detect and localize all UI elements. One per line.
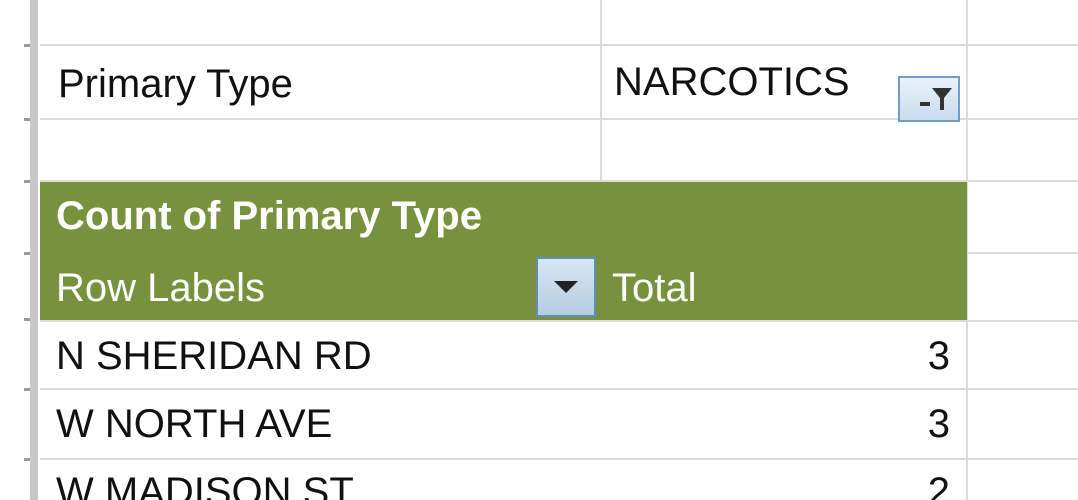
- row-label[interactable]: N SHERIDAN RD: [56, 332, 372, 380]
- row-gridline: [40, 320, 1078, 322]
- total-header: Total: [612, 266, 697, 310]
- dropdown-arrow-icon: [554, 281, 578, 293]
- filter-button[interactable]: [898, 76, 960, 122]
- row-gutter: [0, 0, 40, 500]
- filter-value[interactable]: NARCOTICS: [614, 58, 850, 106]
- row-label[interactable]: W NORTH AVE: [56, 400, 332, 448]
- gutter-tick: [24, 44, 30, 47]
- column-gridline: [600, 0, 602, 182]
- gutter-tick: [24, 180, 30, 183]
- gutter-tick: [24, 118, 30, 121]
- row-labels-header[interactable]: Row Labels: [56, 264, 265, 312]
- row-value[interactable]: 3: [880, 332, 950, 380]
- row-gridline: [40, 458, 1078, 460]
- gutter-bar: [30, 0, 38, 500]
- gutter-tick: [24, 388, 30, 391]
- row-gridline: [40, 388, 1078, 390]
- row-gridline: [40, 44, 1078, 46]
- gutter-tick: [24, 458, 30, 461]
- pivot-value-title: Count of Primary Type: [56, 194, 482, 238]
- gutter-tick: [24, 318, 30, 321]
- row-value[interactable]: 3: [880, 400, 950, 448]
- spreadsheet-view: Primary Type NARCOTICS Count of Primary …: [0, 0, 1078, 500]
- filter-icon: [920, 88, 952, 110]
- gutter-tick: [24, 252, 30, 255]
- filter-label[interactable]: Primary Type: [58, 60, 293, 108]
- row-label[interactable]: W MADISON ST: [56, 468, 354, 500]
- row-value[interactable]: 2: [880, 468, 950, 500]
- row-labels-dropdown-button[interactable]: [536, 257, 596, 317]
